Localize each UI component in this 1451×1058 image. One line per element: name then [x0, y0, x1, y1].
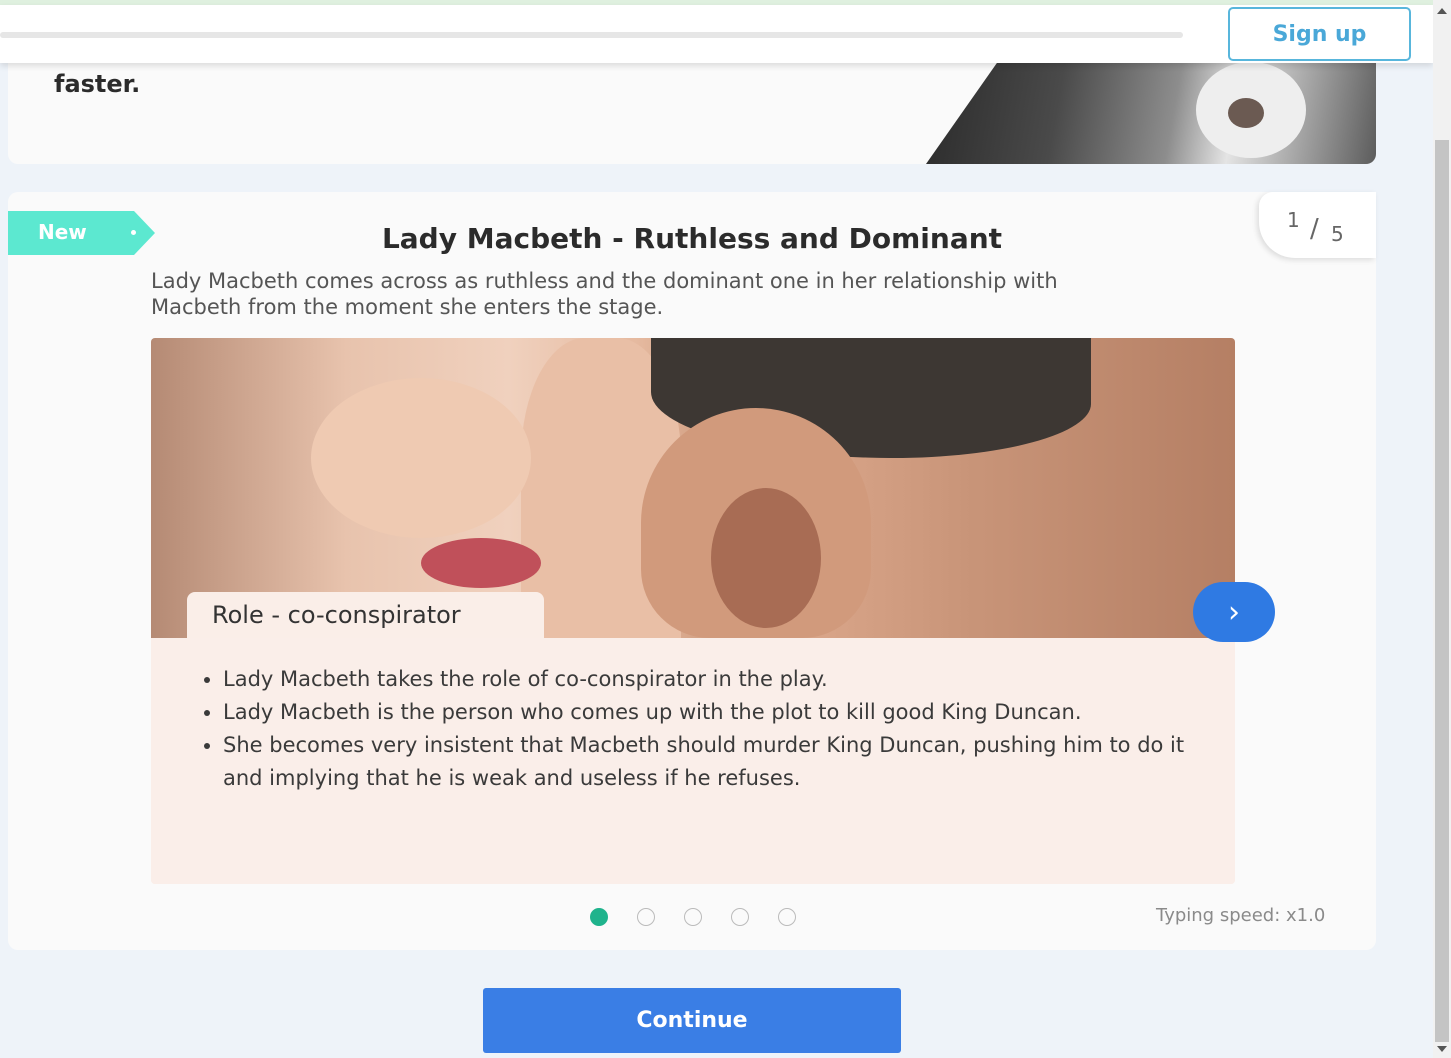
next-slide-button[interactable]: ›: [1193, 582, 1275, 642]
previous-card-text: faster.: [54, 70, 141, 98]
top-bar: Sign up: [0, 5, 1433, 63]
lesson-card: New 1 / 5 Lady Macbeth - Ruthless and Do…: [8, 192, 1376, 950]
card-title: Lady Macbeth - Ruthless and Dominant: [381, 222, 1003, 255]
photo-lips: [421, 538, 541, 588]
continue-button[interactable]: Continue: [483, 988, 901, 1053]
cat-mouth: [1228, 98, 1264, 128]
slide-dot-3[interactable]: [684, 908, 702, 926]
bullet-item: She becomes very insistent that Macbeth …: [223, 729, 1213, 795]
scroll-down-arrow-icon[interactable]: [1437, 1046, 1447, 1052]
typing-speed-toggle[interactable]: Typing speed: x1.0: [1156, 905, 1325, 926]
chevron-right-icon: ›: [1228, 594, 1240, 630]
slide: Role - co-conspirator Lady Macbeth takes…: [151, 338, 1235, 884]
role-label: Role - co-conspirator: [187, 592, 544, 638]
cat-image: [926, 50, 1376, 164]
lesson-progress-bar: [0, 32, 1183, 38]
previous-card: faster.: [8, 50, 1376, 164]
card-subtitle: Lady Macbeth comes across as ruthless an…: [151, 269, 1058, 319]
slide-dot-1[interactable]: [590, 908, 608, 926]
signup-button[interactable]: Sign up: [1228, 7, 1411, 61]
photo-ear-inner: [711, 488, 821, 628]
scrollbar-thumb[interactable]: [1435, 140, 1449, 1042]
bullet-item: Lady Macbeth takes the role of co-conspi…: [223, 663, 1213, 696]
slide-dot-5[interactable]: [778, 908, 796, 926]
scroll-up-arrow-icon[interactable]: [1437, 8, 1447, 14]
page-scrollbar[interactable]: [1433, 0, 1451, 1058]
photo-nose: [311, 378, 531, 538]
slide-dot-4[interactable]: [731, 908, 749, 926]
bullet-item: Lady Macbeth is the person who comes up …: [223, 696, 1213, 729]
slide-dot-2[interactable]: [637, 908, 655, 926]
slide-bullet-list: Lady Macbeth takes the role of co-conspi…: [223, 663, 1213, 795]
